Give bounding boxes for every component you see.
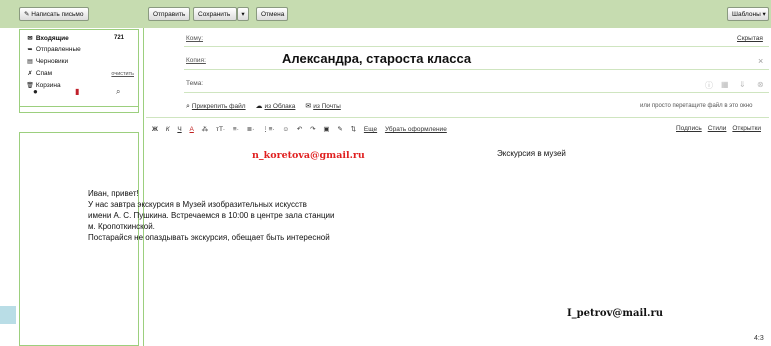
format-toolbar: Ж К Ч А ⁂ тТ· ≡· ≣· ⋮≡· ☺ ↶ ↷ ▣ ✎ ⇅ Еще … bbox=[152, 125, 453, 133]
cc-field-line bbox=[184, 69, 769, 70]
compose-label: Написать письмо bbox=[31, 11, 84, 18]
compose-icon: ✎ bbox=[24, 11, 30, 18]
sidebar-edge-tab[interactable] bbox=[0, 306, 16, 324]
folder-label: Входящие bbox=[35, 35, 69, 42]
folder-label: Спам bbox=[35, 70, 53, 77]
compose-left-border bbox=[143, 28, 144, 346]
save-dropdown-button[interactable]: ▾ bbox=[237, 7, 249, 21]
attach-file-link[interactable]: Прикрепить файл bbox=[192, 103, 246, 110]
styles-link[interactable]: Стили bbox=[708, 125, 727, 132]
clear-spam-link[interactable]: очистить bbox=[111, 71, 134, 77]
bold-button[interactable]: Ж bbox=[152, 126, 158, 133]
block-icon[interactable]: ⊗ bbox=[757, 80, 764, 89]
highlight-icon[interactable]: ⁂ bbox=[202, 125, 209, 133]
folder-sent[interactable]: ➥ Отправленные bbox=[26, 46, 81, 53]
smiley-icon[interactable]: ☺ bbox=[282, 126, 289, 133]
folder-trash[interactable]: 🗑 Корзина bbox=[26, 82, 61, 89]
templates-button[interactable]: Шаблоны ▾ bbox=[727, 7, 769, 21]
letter-body[interactable]: Иван, привет! У нас завтра экскурсия в М… bbox=[88, 188, 334, 243]
compose-extras: Подпись Стили Открытки bbox=[676, 125, 761, 132]
indent-button[interactable]: ≣· bbox=[247, 125, 255, 133]
image-icon[interactable]: ▦ bbox=[721, 80, 729, 89]
text-color-button[interactable]: А bbox=[190, 126, 194, 133]
folder-label: Черновики bbox=[35, 58, 69, 65]
attach-row-line bbox=[146, 117, 769, 118]
redo-icon[interactable]: ↷ bbox=[310, 125, 315, 133]
red-email-address: n_koretova@gmail.ru bbox=[252, 150, 365, 161]
sender-email: I_petrov@mail.ru bbox=[567, 308, 664, 319]
attachment-clip-icon[interactable]: ⌕ bbox=[116, 87, 120, 97]
spellcheck-icon[interactable]: ✎ bbox=[337, 125, 342, 133]
folder-spam[interactable]: ✗ Спам bbox=[26, 70, 52, 77]
compose-button[interactable]: ✎ Написать письмо bbox=[19, 7, 89, 21]
cancel-button[interactable]: Отмена bbox=[256, 7, 288, 21]
inbox-icon: ✉ bbox=[27, 36, 33, 42]
folder-label: Корзина bbox=[35, 82, 61, 89]
underline-button[interactable]: Ч bbox=[177, 126, 181, 133]
signature-link[interactable]: Подпись bbox=[676, 125, 702, 132]
letter-line: Постарайся не опаздывать экскурсия, обещ… bbox=[88, 233, 330, 242]
from-cloud-link[interactable]: из Облака bbox=[264, 103, 295, 110]
list-button[interactable]: ⋮≡· bbox=[262, 125, 274, 133]
folder-divider bbox=[20, 106, 138, 107]
paperclip-icon: ⌕ bbox=[186, 103, 190, 110]
inbox-count: 721 bbox=[113, 35, 124, 41]
sent-icon: ➥ bbox=[27, 47, 33, 53]
folder-panel: ✉ Входящие 721 ➥ Отправленные ▤ Черновик… bbox=[19, 29, 139, 113]
letter-line: имени А. С. Пушкина. Встречаемся в 10:00… bbox=[88, 211, 335, 220]
bookmark-icon[interactable]: ▮ bbox=[75, 87, 79, 96]
insert-image-icon[interactable]: ▣ bbox=[323, 125, 329, 133]
more-link[interactable]: Еще bbox=[364, 126, 377, 133]
letter-line: м. Кропоткинской. bbox=[88, 222, 155, 231]
undo-icon[interactable]: ↶ bbox=[297, 125, 302, 133]
subject-field-label[interactable]: Тема: bbox=[186, 80, 203, 87]
close-icon[interactable]: × bbox=[758, 56, 763, 66]
letter-title: Экскурсия в музей bbox=[497, 149, 566, 158]
recipient-text[interactable]: Александра, староста класса bbox=[282, 51, 471, 66]
subject-field-line bbox=[184, 92, 769, 93]
folder-label: Отправленные bbox=[35, 46, 81, 53]
unread-dot-icon[interactable]: ● bbox=[33, 87, 38, 96]
drafts-icon: ▤ bbox=[27, 59, 33, 65]
folder-drafts[interactable]: ▤ Черновики bbox=[26, 58, 68, 65]
cloud-icon: ☁ bbox=[255, 103, 263, 110]
cards-link[interactable]: Открытки bbox=[732, 125, 761, 132]
cc-field-label[interactable]: Копия: bbox=[186, 57, 206, 64]
clear-format-link[interactable]: Убрать оформление bbox=[385, 126, 447, 133]
top-toolbar bbox=[0, 0, 771, 28]
to-field-line bbox=[184, 46, 769, 47]
spam-icon: ✗ bbox=[27, 71, 33, 77]
drag-hint: или просто перетащите файл в это окно bbox=[640, 103, 753, 109]
font-size-button[interactable]: тТ· bbox=[216, 126, 225, 133]
align-button[interactable]: ≡· bbox=[233, 126, 239, 133]
info-icon[interactable]: ⓘ bbox=[705, 80, 713, 91]
from-mail-link[interactable]: из Почты bbox=[313, 103, 341, 110]
download-icon[interactable]: ⇓ bbox=[739, 80, 746, 89]
attach-row: ⌕ Прикрепить файл ☁ из Облака ✉ из Почты bbox=[186, 102, 341, 111]
save-button[interactable]: Сохранить bbox=[193, 7, 237, 21]
folder-inbox[interactable]: ✉ Входящие bbox=[26, 35, 69, 42]
aspect-ratio-label: 4:3 bbox=[754, 335, 764, 342]
italic-button[interactable]: К bbox=[166, 126, 170, 133]
hidden-copy-link[interactable]: Скрытая bbox=[737, 35, 763, 42]
send-button[interactable]: Отправить bbox=[148, 7, 190, 21]
to-field-label[interactable]: Кому: bbox=[186, 35, 203, 42]
letter-line: У нас завтра экскурсия в Музей изобразит… bbox=[88, 200, 307, 209]
mail-icon: ✉ bbox=[305, 103, 312, 110]
translit-icon[interactable]: ⇅ bbox=[351, 125, 356, 133]
letter-line: Иван, привет! bbox=[88, 189, 139, 198]
